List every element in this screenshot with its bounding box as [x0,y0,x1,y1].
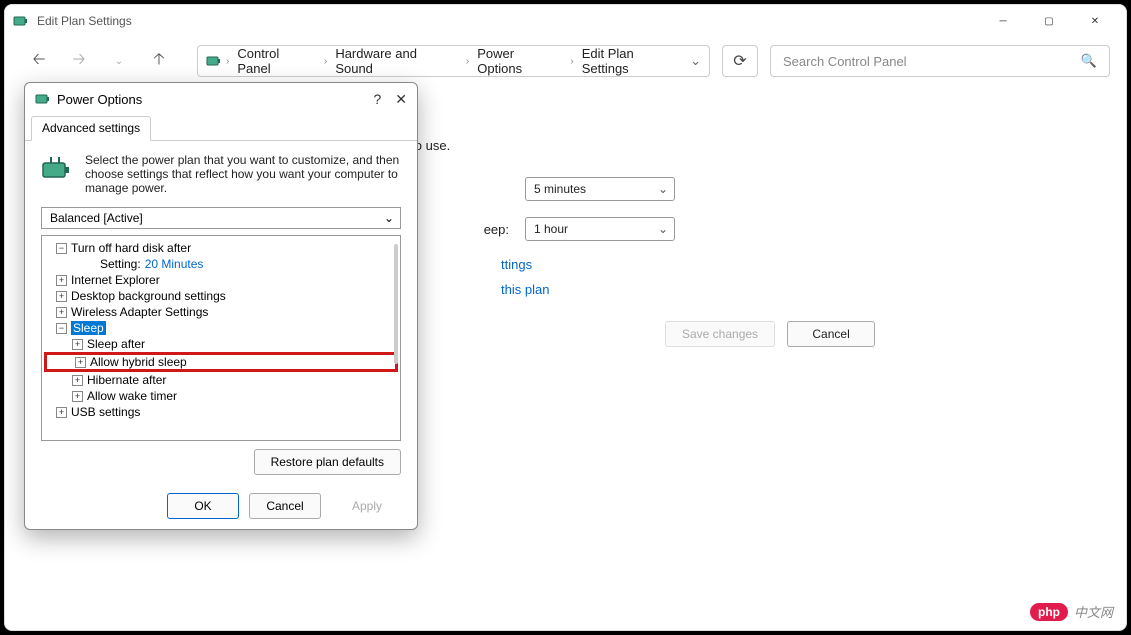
tree-item-wireless[interactable]: +Wireless Adapter Settings [44,304,398,320]
expand-icon[interactable]: + [56,307,67,318]
power-icon [13,13,29,29]
tab-advanced-settings[interactable]: Advanced settings [31,116,151,141]
dialog-titlebar: Power Options ? ✕ [25,83,417,115]
refresh-button[interactable]: ⟳ [722,45,758,77]
power-large-icon [41,153,73,195]
watermark-text: 中文网 [1074,602,1113,621]
display-off-select[interactable]: 5 minutes [525,177,675,201]
expand-icon[interactable]: + [56,407,67,418]
tree-item-hibernate-after[interactable]: +Hibernate after [44,372,398,388]
power-icon [206,53,222,69]
dialog-close-button[interactable]: ✕ [395,91,407,108]
tree-item-usb[interactable]: +USB settings [44,404,398,420]
up-button[interactable]: 🡡 [141,43,177,79]
expand-icon[interactable]: + [56,291,67,302]
power-icon [35,91,51,107]
expand-icon[interactable]: + [72,339,83,350]
expand-icon[interactable]: + [56,275,67,286]
collapse-icon[interactable]: − [56,243,67,254]
minimize-button[interactable]: ─ [980,5,1026,37]
window-title: Edit Plan Settings [37,14,132,28]
tree-item-sleep-after[interactable]: +Sleep after [44,336,398,352]
plan-select[interactable]: Balanced [Active] [41,207,401,229]
chevron-right-icon: › [322,56,329,67]
titlebar: Edit Plan Settings ─ ▢ ✕ [5,5,1126,37]
tree-item-allow-wake-timer[interactable]: +Allow wake timer [44,388,398,404]
forward-button[interactable]: 🡢 [61,43,97,79]
restore-defaults-link[interactable]: this plan [501,282,1102,297]
maximize-button[interactable]: ▢ [1026,5,1072,37]
breadcrumb-item[interactable]: Edit Plan Settings [578,44,688,78]
tab-row: Advanced settings [25,115,417,141]
collapse-icon[interactable]: − [56,323,67,334]
breadcrumb-item[interactable]: Hardware and Sound [331,44,462,78]
recent-dropdown[interactable]: ⌄ [101,43,137,79]
chevron-right-icon: › [568,56,575,67]
settings-tree[interactable]: −Turn off hard disk after Setting:20 Min… [41,235,401,441]
watermark-badge: php [1030,603,1068,621]
search-input[interactable]: Search Control Panel 🔍 [770,45,1110,77]
tree-item-hd-setting[interactable]: Setting:20 Minutes [44,256,398,272]
advanced-settings-link[interactable]: ttings [501,257,1102,272]
dialog-cancel-button[interactable]: Cancel [249,493,321,519]
power-options-dialog: Power Options ? ✕ Advanced settings Sele… [24,82,418,530]
chevron-down-icon[interactable]: ⌄ [690,53,701,69]
breadcrumb-item[interactable]: Power Options [473,44,566,78]
tree-item-desktop-bg[interactable]: +Desktop background settings [44,288,398,304]
chevron-right-icon: › [464,56,471,67]
search-placeholder: Search Control Panel [783,54,907,69]
tree-item-allow-hybrid-sleep[interactable]: +Allow hybrid sleep [44,352,398,372]
back-button[interactable]: 🡠 [21,43,57,79]
dialog-title: Power Options [57,92,142,107]
close-button[interactable]: ✕ [1072,5,1118,37]
save-changes-button[interactable]: Save changes [665,321,775,347]
ok-button[interactable]: OK [167,493,239,519]
expand-icon[interactable]: + [72,391,83,402]
breadcrumb-item[interactable]: Control Panel [233,44,320,78]
search-icon: 🔍 [1081,53,1097,69]
breadcrumb-bar[interactable]: › Control Panel › Hardware and Sound › P… [197,45,710,77]
info-text: Select the power plan that you want to c… [85,153,401,195]
tree-item-sleep[interactable]: −Sleep [44,320,398,336]
dialog-footer: OK Cancel Apply [25,483,417,529]
sleep-select[interactable]: 1 hour [525,217,675,241]
tree-item-ie[interactable]: +Internet Explorer [44,272,398,288]
info-row: Select the power plan that you want to c… [41,153,401,195]
restore-plan-defaults-button[interactable]: Restore plan defaults [254,449,401,475]
expand-icon[interactable]: + [75,357,86,368]
expand-icon[interactable]: + [72,375,83,386]
toolbar: 🡠 🡢 ⌄ 🡡 › Control Panel › Hardware and S… [5,37,1126,85]
tree-item-hard-disk[interactable]: −Turn off hard disk after [44,240,398,256]
cancel-button[interactable]: Cancel [787,321,875,347]
apply-button[interactable]: Apply [331,493,403,519]
help-button[interactable]: ? [373,91,381,108]
scrollbar[interactable] [394,244,398,364]
chevron-right-icon: › [224,56,231,67]
watermark: php 中文网 [1030,602,1113,621]
